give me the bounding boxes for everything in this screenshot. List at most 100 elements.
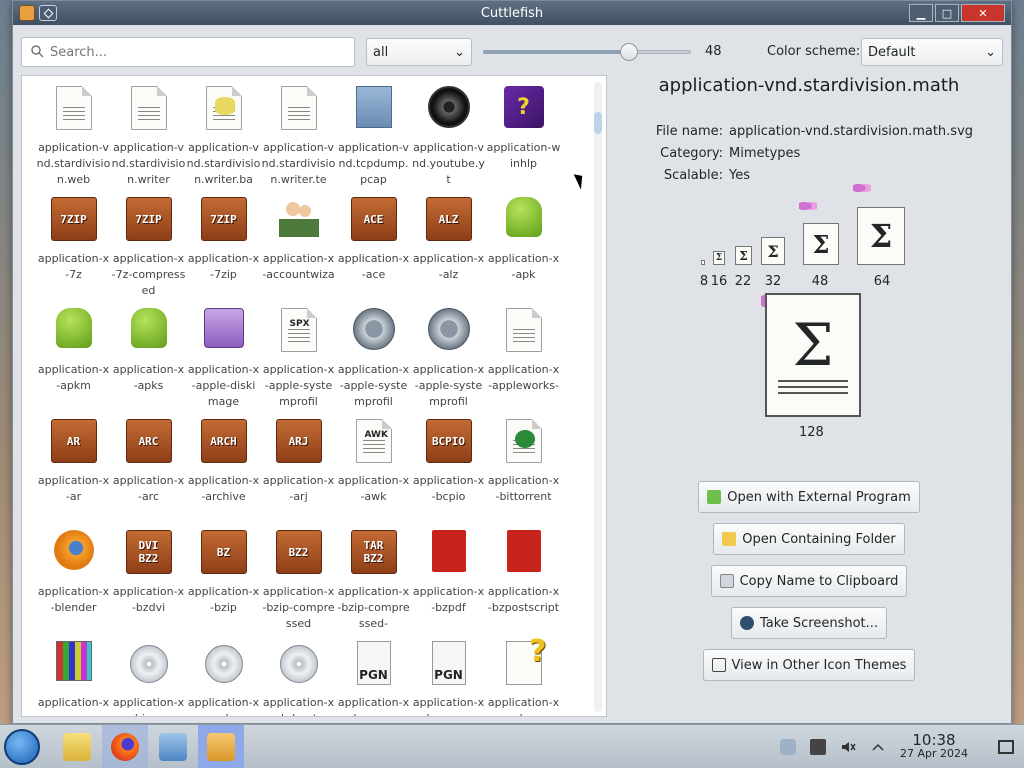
icon-grid-item[interactable]: application-x-apkm — [36, 304, 111, 415]
icon-grid-item[interactable]: AWK application-x-awk — [336, 415, 411, 526]
search-input[interactable] — [50, 44, 340, 60]
start-menu-button[interactable] — [4, 728, 40, 765]
taskbar-file-manager[interactable] — [54, 725, 100, 768]
icon-grid-item[interactable]: application-x-cd-image — [111, 637, 186, 716]
icon-grid-item[interactable]: application-vnd.stardivision.web — [36, 82, 111, 193]
icon-grid-view[interactable]: application-vnd.stardivision.web applicat… — [21, 75, 607, 717]
icon-grid-item[interactable]: application-x-appleworks- — [486, 304, 561, 415]
icon-grid-item[interactable]: application-x-apple-diskimage — [186, 304, 261, 415]
clock[interactable]: 10:38 27 Apr 2024 — [899, 732, 968, 761]
icon-grid-item[interactable]: application-x-apk — [486, 193, 561, 304]
device-notifier-icon[interactable] — [809, 738, 826, 755]
chevron-up-icon[interactable] — [870, 739, 886, 755]
icon-size-slider[interactable] — [483, 43, 691, 61]
take-screenshot-button[interactable]: Take Screenshot... — [730, 607, 888, 639]
icon-grid-item[interactable]: application-vnd.tcpdump.pcap — [336, 82, 411, 193]
icon-grid-item[interactable]: application-x-blender — [36, 526, 111, 637]
doc-writer-icon — [125, 86, 173, 134]
icon-grid-item[interactable]: application-x-apple-systemprofil — [411, 304, 486, 415]
size-label-16: 16 — [710, 274, 728, 289]
icon-grid-item-label: application-x-chm — [487, 696, 560, 716]
icon-grid-item[interactable]: 7ZIP application-x-7z — [36, 193, 111, 304]
icon-grid-item[interactable]: 7ZIP application-x-7zip — [186, 193, 261, 304]
appleworks-doc-icon — [500, 308, 548, 356]
icon-grid-item-label: application-vnd.stardivision.web — [36, 141, 111, 186]
taskbar-cuttlefish[interactable] — [198, 724, 244, 768]
title-bar[interactable]: Cuttlefish ▁ □ ✕ — [13, 1, 1011, 25]
icon-size-slider-fill — [483, 50, 629, 54]
preview-128-icon: Σ — [765, 293, 861, 417]
icon-grid-item[interactable]: BZ2 application-x-bzip-compressed — [261, 526, 336, 637]
icon-grid-item[interactable]: TAR BZ2 application-x-bzip-compressed- — [336, 526, 411, 637]
butterfly-icon — [799, 199, 817, 213]
icon-grid-item[interactable]: application-x-ccmx — [36, 637, 111, 716]
icon-grid-item-label: application-x-bzip-compressed- — [337, 585, 410, 630]
icon-grid-item[interactable]: PGN application-x-chess-pgn — [336, 637, 411, 716]
app-menu-icon[interactable] — [19, 5, 35, 21]
icon-grid-item[interactable]: application-vnd.stardivision.writer.te — [261, 82, 336, 193]
icon-grid-item[interactable]: SPX application-x-apple-systemprofil — [261, 304, 336, 415]
filter-select[interactable]: all ⌄ — [366, 38, 472, 66]
vertical-scrollbar[interactable] — [594, 82, 602, 712]
icon-grid-item-label: application-x-awk — [337, 474, 410, 503]
icon-grid-item[interactable]: application-vnd.stardivision.writer — [111, 82, 186, 193]
icon-grid-item[interactable]: 7ZIP application-x-7z-compressed — [111, 193, 186, 304]
icon-grid-item[interactable]: application-x-chm — [486, 634, 561, 716]
preview-8-icon — [701, 260, 705, 265]
icon-grid-item[interactable]: BZ application-x-bzip — [186, 526, 261, 637]
open-external-button[interactable]: Open with External Program — [698, 481, 920, 513]
icon-grid-item[interactable]: application-x-cdrdao-toc — [261, 637, 336, 716]
clipboard-icon[interactable] — [779, 738, 796, 755]
size-label-48: 48 — [811, 274, 829, 289]
keep-above-icon[interactable] — [39, 5, 57, 21]
icon-grid-item[interactable]: application-x-apple-systemprofil — [336, 304, 411, 415]
open-folder-button[interactable]: Open Containing Folder — [713, 523, 905, 555]
taskbar-system-settings[interactable] — [150, 725, 196, 768]
icon-grid-item[interactable]: ARC application-x-arc — [111, 415, 186, 526]
icon-grid-item[interactable]: application-vnd.youtube.yt — [411, 82, 486, 193]
icon-grid-item[interactable]: application-vnd.stardivision.writer.ba — [186, 82, 261, 193]
icon-grid-item[interactable]: ARCH application-x-archive — [186, 415, 261, 526]
icon-grid-item[interactable]: PGN application-x-chess-pgn- — [411, 637, 486, 716]
icon-grid-item[interactable]: BCPIO application-x-bcpio — [411, 415, 486, 526]
close-button[interactable]: ✕ — [961, 4, 1005, 22]
icon-grid-item[interactable]: application-x-bzpostscript — [486, 526, 561, 637]
icon-grid-item-label: application-x-apk — [487, 252, 560, 281]
icon-grid-item[interactable]: AR application-x-ar — [36, 415, 111, 526]
color-scheme-select[interactable]: Default ⌄ — [861, 38, 1003, 66]
search-box[interactable] — [21, 37, 355, 67]
icon-grid-item-label: application-x-bzdvi — [112, 585, 185, 614]
icon-grid-item-label: application-x-bzpdf — [412, 585, 485, 614]
minimize-button[interactable]: ▁ — [909, 4, 933, 22]
scrollbar-thumb[interactable] — [594, 112, 602, 134]
icon-grid-item-label: application-x-7zip — [187, 252, 260, 281]
icon-grid-item[interactable]: ARJ application-x-arj — [261, 415, 336, 526]
speaker-muted-icon[interactable] — [840, 739, 856, 755]
taskbar-firefox[interactable] — [102, 724, 148, 768]
icon-grid-item[interactable]: application-x-cda — [186, 637, 261, 716]
pdf-icon — [425, 530, 473, 578]
show-desktop-button[interactable] — [998, 739, 1014, 754]
icon-grid-item[interactable]: ALZ application-x-alz — [411, 193, 486, 304]
icon-grid-item[interactable]: application-x-bzpdf — [411, 526, 486, 637]
icon-grid-item[interactable]: application-x-apks — [111, 304, 186, 415]
icon-grid-item[interactable]: application-x-bittorrent — [486, 415, 561, 526]
icon-grid-item-label: application-x-chess-pgn- — [412, 696, 485, 716]
size-label-32: 32 — [764, 274, 782, 289]
slider-handle[interactable] — [619, 43, 638, 61]
firefox-icon — [111, 732, 139, 761]
icon-grid-item[interactable]: ? application-winhlp — [486, 82, 561, 193]
icon-grid-item[interactable]: application-x-accountwiza — [261, 193, 336, 304]
icon-grid-item-label: application-x-alz — [412, 252, 485, 281]
icon-grid-item-label: application-x-cdrdao-toc — [262, 696, 335, 716]
icon-grid-item[interactable]: DVI BZ2 application-x-bzdvi — [111, 526, 186, 637]
other-themes-button[interactable]: View in Other Icon Themes — [702, 649, 916, 681]
doc-globe-icon — [50, 86, 98, 134]
maximize-button[interactable]: □ — [935, 4, 959, 22]
icon-grid-item-label: application-x-arj — [262, 474, 335, 503]
settings-icon — [159, 732, 187, 761]
chm-help-icon — [500, 634, 548, 689]
copy-name-button[interactable]: Copy Name to Clipboard — [710, 565, 908, 597]
clock-date: 27 Apr 2024 — [899, 746, 968, 760]
icon-grid-item[interactable]: ACE application-x-ace — [336, 193, 411, 304]
